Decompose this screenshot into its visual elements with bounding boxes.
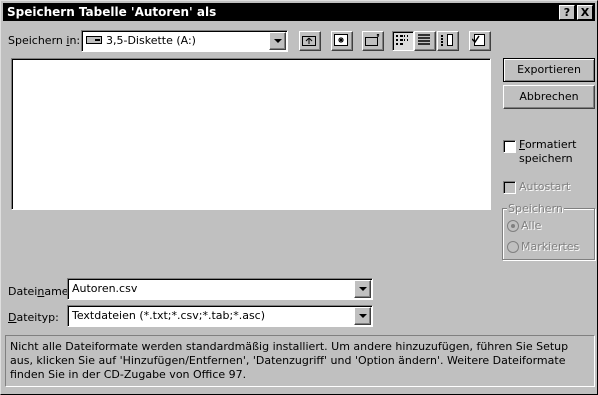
title-bar[interactable]: Speichern Tabelle 'Autoren' als ? X xyxy=(3,3,595,21)
chevron-down-icon xyxy=(359,287,367,291)
filename-label: Dateiname: xyxy=(8,285,73,298)
desktop-icon xyxy=(334,34,348,46)
autostart-checkbox[interactable] xyxy=(503,181,516,194)
status-message: Nicht alle Dateiformate werden standardm… xyxy=(10,340,569,381)
selected-radio[interactable] xyxy=(507,241,519,253)
save-as-dialog: Speichern Tabelle 'Autoren' als ? X Spei… xyxy=(0,0,598,395)
filetype-value: Textdateien (*.txt;*.csv;*.tab;*.asc) xyxy=(72,309,266,322)
new-folder-icon xyxy=(365,34,380,46)
filetype-label: Dateityp: xyxy=(8,311,59,324)
filetype-dropdown-button[interactable] xyxy=(354,307,371,325)
floppy-drive-icon xyxy=(86,36,102,44)
list-view-button[interactable] xyxy=(392,31,414,51)
filetype-combo[interactable]: Textdateien (*.txt;*.csv;*.tab;*.asc) xyxy=(67,305,373,327)
properties-view-button[interactable] xyxy=(437,31,459,51)
selected-radio-label: Markiertes xyxy=(521,240,580,253)
chevron-down-icon xyxy=(274,39,282,43)
commands-button[interactable] xyxy=(469,31,491,51)
formatted-checkbox[interactable] xyxy=(503,140,516,153)
all-radio-label: Alle xyxy=(521,219,542,232)
close-button[interactable]: X xyxy=(577,5,593,20)
file-list[interactable] xyxy=(11,58,491,210)
details-view-button[interactable] xyxy=(414,31,436,51)
chevron-down-icon xyxy=(359,314,367,318)
up-one-level-button[interactable] xyxy=(299,31,321,51)
all-radio[interactable] xyxy=(507,220,519,232)
filename-dropdown-button[interactable] xyxy=(354,280,371,298)
location-dropdown-button[interactable] xyxy=(269,32,286,50)
location-combo[interactable]: 3,5-Diskette (A:) xyxy=(81,30,288,52)
help-button[interactable]: ? xyxy=(559,5,575,20)
desktop-button[interactable] xyxy=(331,31,353,51)
commands-icon xyxy=(472,34,485,46)
save-group-label: Speichern xyxy=(507,202,564,215)
location-label: Speichern in: xyxy=(8,34,81,47)
properties-view-icon xyxy=(441,34,453,46)
filename-combo[interactable]: Autoren.csv xyxy=(67,278,373,300)
new-folder-button[interactable] xyxy=(362,31,384,51)
cancel-button[interactable]: Abbrechen xyxy=(503,85,595,109)
filename-input[interactable]: Autoren.csv xyxy=(72,282,137,295)
formatted-label[interactable]: Formatiert speichern xyxy=(519,138,576,166)
up-one-level-icon xyxy=(302,36,316,46)
status-bar: Nicht alle Dateiformate werden standardm… xyxy=(5,335,595,387)
dialog-title: Speichern Tabelle 'Autoren' als xyxy=(7,5,217,19)
autostart-label: Autostart xyxy=(519,180,571,193)
export-button[interactable]: Exportieren xyxy=(503,58,595,82)
details-view-icon xyxy=(418,34,430,45)
list-view-icon xyxy=(396,35,408,45)
location-value: 3,5-Diskette (A:) xyxy=(106,34,196,47)
